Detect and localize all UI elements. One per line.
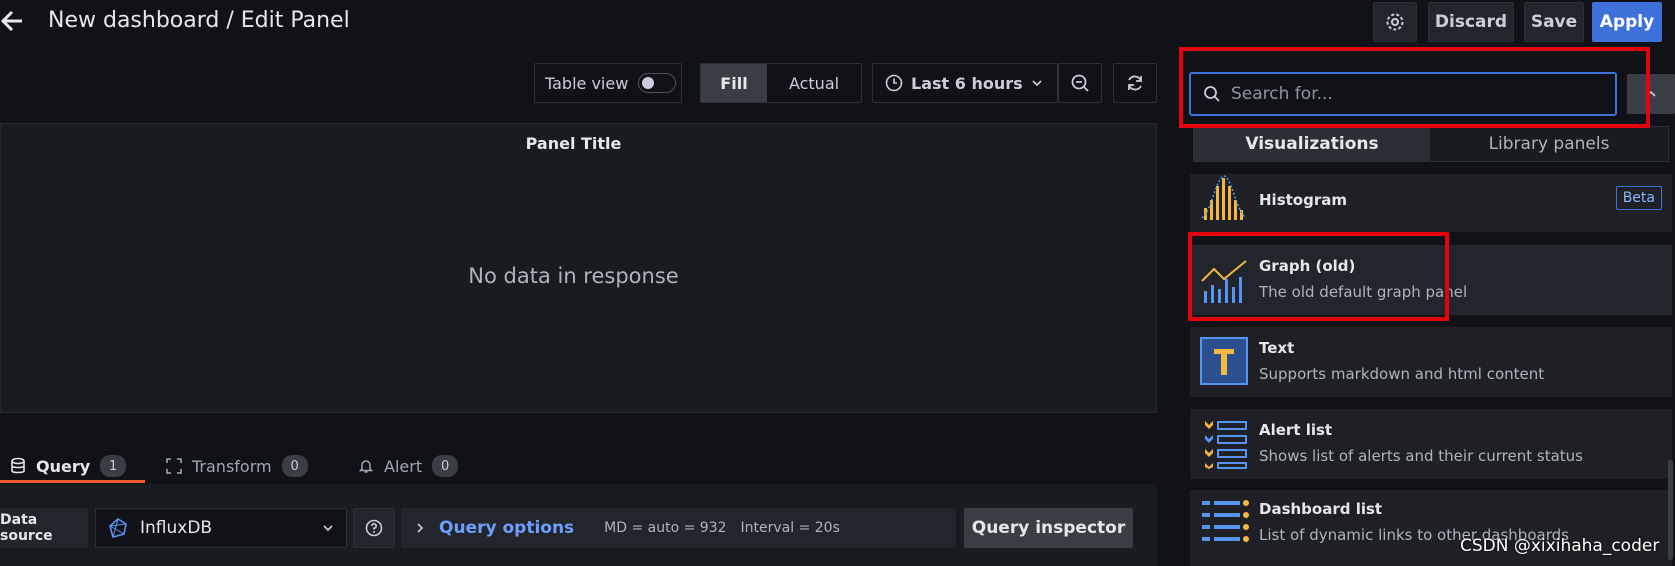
time-picker[interactable]: Last 6 hours (872, 63, 1058, 103)
beta-badge: Beta (1615, 186, 1662, 210)
tab-query-underline (0, 480, 145, 483)
fill-actual-group: Fill Actual (700, 63, 862, 103)
datasource-picker[interactable]: InfluxDB (95, 508, 347, 548)
viz-search-input[interactable]: Search for... (1189, 72, 1617, 116)
toggle-switch[interactable] (638, 73, 677, 93)
text-icon (1200, 337, 1248, 385)
table-view-label: Table view (545, 73, 629, 93)
chevron-down-icon (1032, 80, 1042, 87)
discard-button[interactable]: Discard (1428, 2, 1514, 42)
dashboard-list-icon (1202, 500, 1249, 542)
transform-count-badge: 0 (281, 455, 308, 477)
zoom-out-button[interactable] (1058, 63, 1102, 103)
apply-button[interactable]: Apply (1592, 2, 1662, 42)
histogram-icon (1201, 175, 1247, 220)
table-view-toggle[interactable]: Table view (534, 63, 682, 103)
search-placeholder: Search for... (1231, 84, 1333, 104)
picker-scrollbar[interactable] (1668, 460, 1673, 560)
panel-title: Panel Title (525, 134, 622, 153)
tab-transform[interactable]: Transform 0 (166, 448, 308, 484)
viz-item-desc: Supports markdown and html content (1259, 365, 1545, 383)
tab-library-panels[interactable]: Library panels (1430, 127, 1668, 161)
graph-icon (1201, 260, 1247, 303)
watermark: CSDN @xixihaha_coder (1460, 536, 1660, 556)
viz-tabs: Visualizations Library panels (1193, 126, 1669, 162)
influxdb-icon (109, 518, 127, 538)
collapse-picker-button[interactable] (1627, 74, 1675, 114)
alert-count-badge: 0 (432, 455, 459, 477)
viz-item-desc: Shows list of alerts and their current s… (1259, 447, 1583, 465)
database-icon (11, 457, 25, 474)
tab-alert-label: Alert (384, 456, 423, 476)
tab-query[interactable]: Query 1 (10, 448, 127, 484)
save-button[interactable]: Save (1524, 2, 1584, 42)
viz-item-title: Histogram (1259, 191, 1347, 209)
back-arrow-icon[interactable] (0, 8, 26, 34)
page-title: New dashboard / Edit Panel (48, 8, 350, 33)
viz-item-histogram[interactable]: Histogram Beta (1190, 174, 1672, 232)
help-icon (365, 519, 383, 537)
interval-info: Interval = 20s (740, 520, 840, 536)
query-inspector-button[interactable]: Query inspector (964, 508, 1133, 548)
clock-icon (885, 74, 903, 92)
md-info: MD = auto = 932 (604, 520, 727, 536)
tab-alert[interactable]: Alert 0 (358, 448, 459, 484)
tab-query-label: Query (36, 456, 91, 476)
viz-item-title: Alert list (1259, 421, 1333, 439)
fill-option[interactable]: Fill (701, 64, 767, 102)
refresh-button[interactable] (1113, 63, 1157, 103)
settings-button[interactable] (1373, 2, 1417, 42)
viz-item-title: Text (1259, 339, 1295, 357)
search-icon (1204, 86, 1220, 102)
viz-item-title: Graph (old) (1259, 257, 1356, 275)
bell-icon (358, 460, 374, 473)
refresh-icon (1128, 75, 1142, 91)
alert-list-icon (1205, 421, 1247, 469)
time-range-label: Last 6 hours (911, 73, 1023, 93)
query-options-label[interactable]: Query options (439, 518, 574, 538)
query-options-bar[interactable]: Query options MD = auto = 932 Interval =… (401, 508, 956, 548)
chevron-right-icon (417, 523, 424, 533)
query-count-badge: 1 (100, 455, 127, 477)
zoom-out-icon (1071, 74, 1089, 92)
viz-item-text[interactable]: Text Supports markdown and html content (1190, 327, 1672, 397)
viz-item-graph-old[interactable]: Graph (old) The old default graph panel (1190, 245, 1672, 315)
transform-icon (166, 458, 182, 474)
datasource-help-button[interactable] (353, 508, 395, 548)
viz-item-desc: The old default graph panel (1259, 283, 1468, 301)
panel-preview: Panel Title No data in response (0, 123, 1157, 413)
datasource-value: InfluxDB (140, 518, 213, 538)
viz-item-title: Dashboard list (1259, 500, 1383, 518)
tab-visualizations[interactable]: Visualizations (1194, 127, 1430, 161)
actual-option[interactable]: Actual (767, 64, 861, 102)
no-data-message: No data in response (468, 264, 679, 288)
chevron-down-icon (323, 525, 333, 532)
gear-icon (1386, 13, 1404, 31)
chevron-up-icon (1646, 90, 1656, 97)
datasource-label: Data source (0, 508, 88, 548)
viz-item-alert-list[interactable]: Alert list Shows list of alerts and thei… (1190, 409, 1672, 479)
tab-transform-label: Transform (192, 456, 272, 476)
